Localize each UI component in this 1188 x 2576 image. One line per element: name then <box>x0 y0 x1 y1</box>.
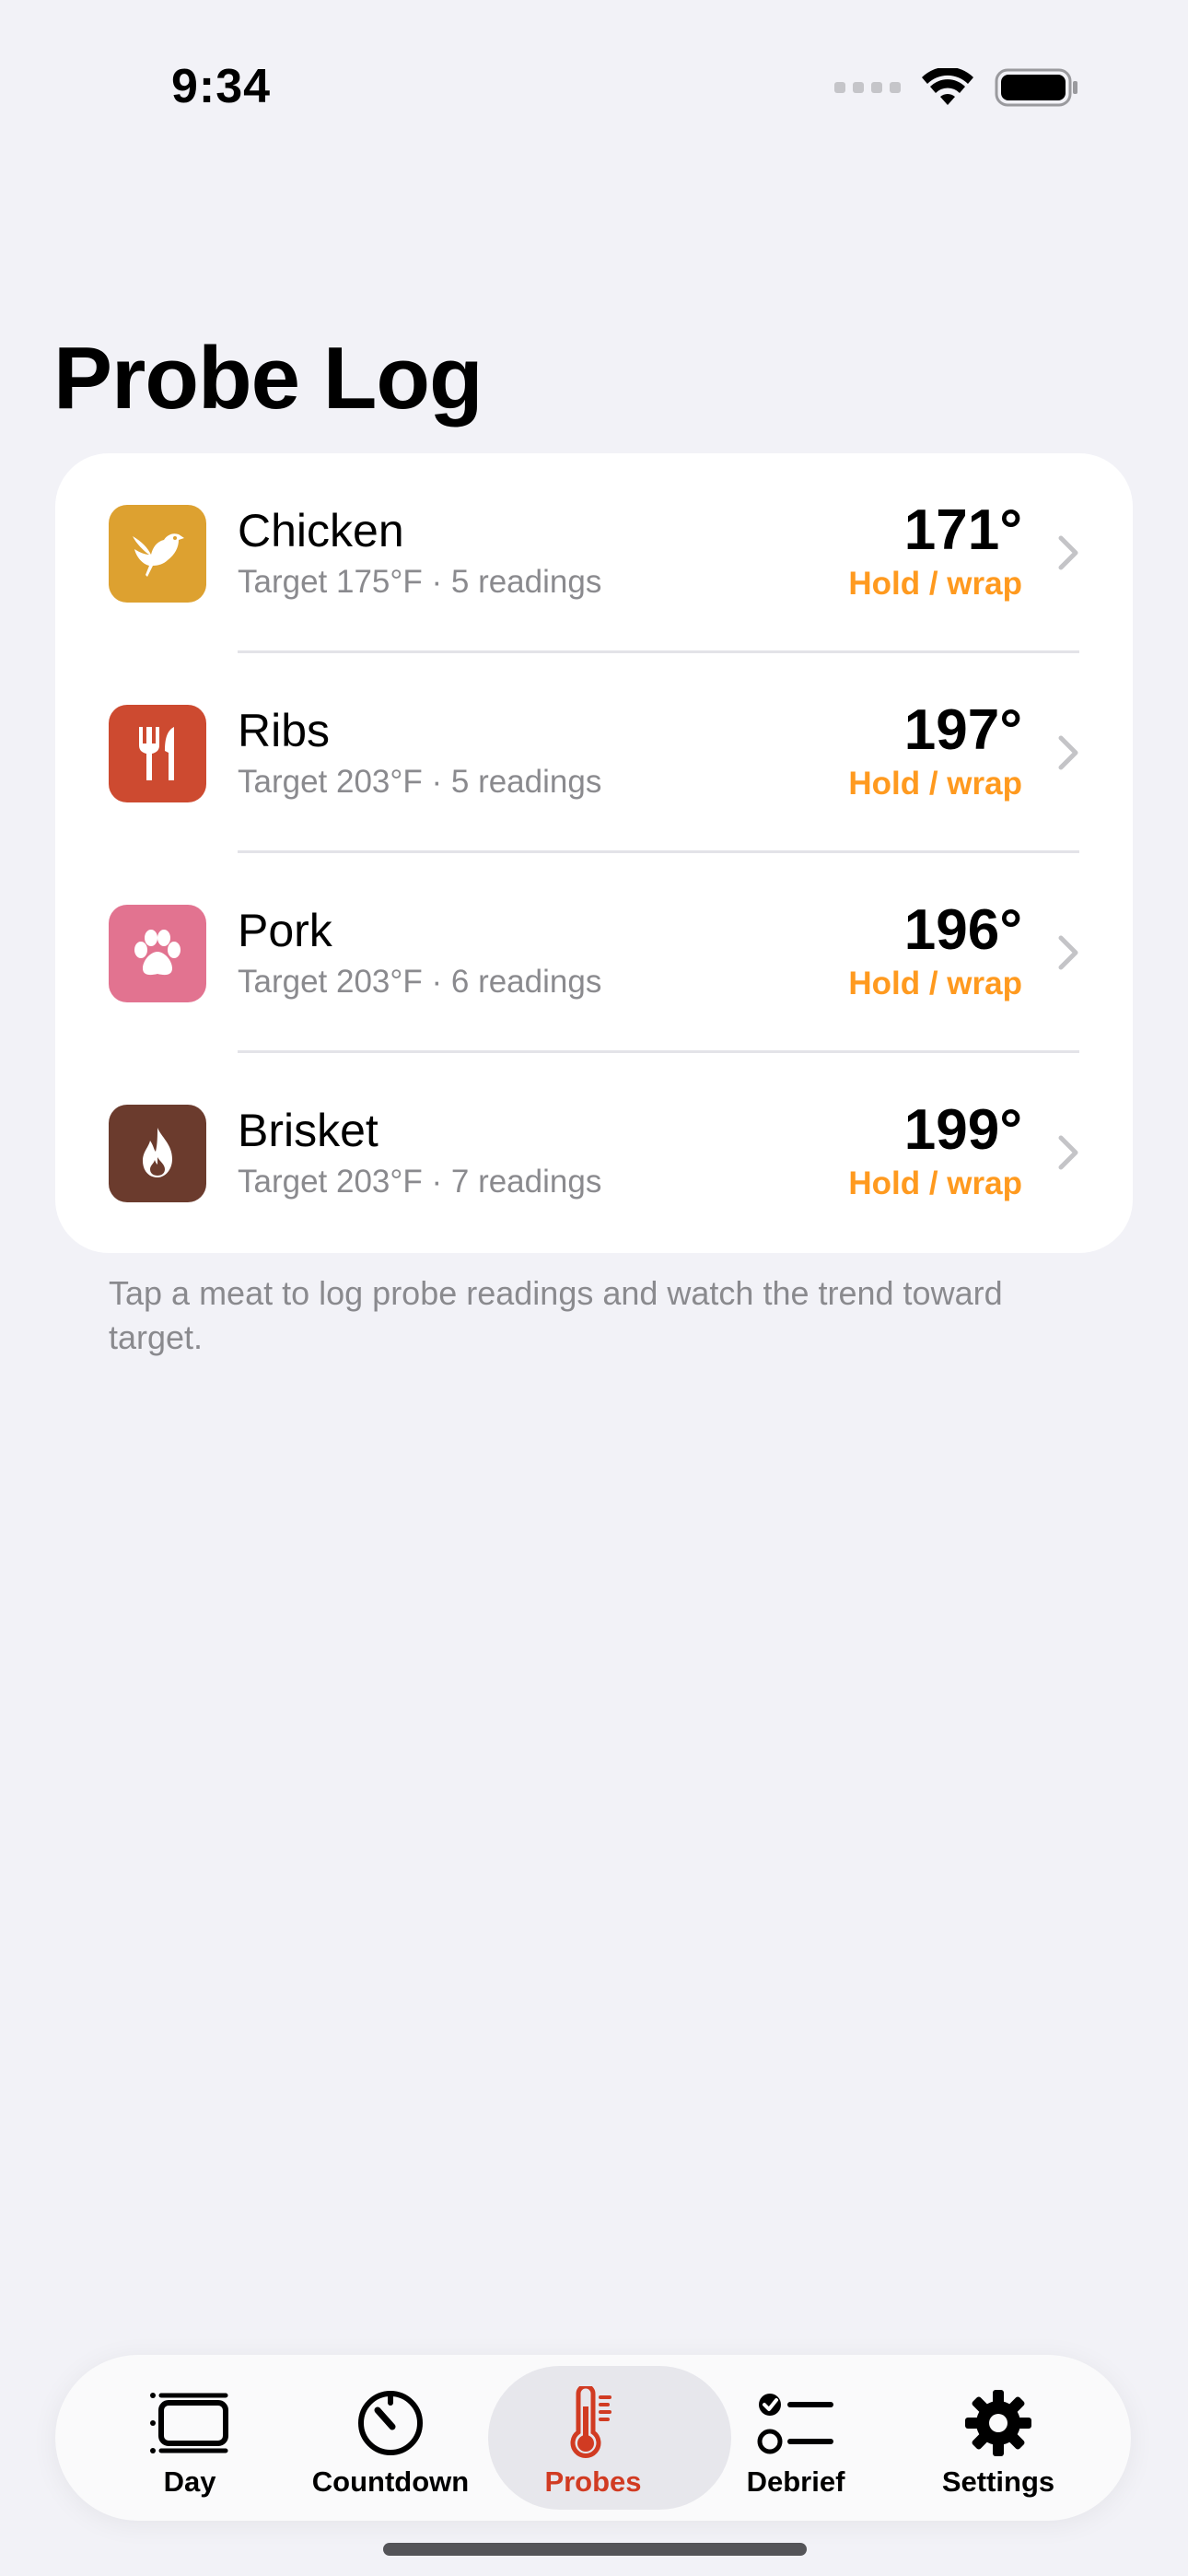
chevron-right-icon <box>1058 535 1078 570</box>
chevron-right-icon <box>1058 935 1078 970</box>
home-indicator[interactable] <box>383 2543 807 2556</box>
tab-countdown[interactable]: Countdown <box>289 2355 492 2521</box>
meat-status: Hold / wrap <box>848 1165 1022 1201</box>
tab-debrief[interactable]: Debrief <box>694 2355 897 2521</box>
page-title: Probe Log <box>53 329 483 427</box>
probe-list-card: Chicken Target 175°F · 5 readings 171° H… <box>55 453 1133 1253</box>
tab-settings[interactable]: Settings <box>897 2355 1100 2521</box>
meat-temp: 199° <box>903 1098 1022 1162</box>
tab-day[interactable]: Day <box>88 2355 291 2521</box>
status-icons <box>834 64 1079 111</box>
cellular-signal-icon <box>834 82 901 93</box>
meat-temp: 171° <box>903 498 1022 562</box>
thermometer-icon <box>552 2386 635 2460</box>
meat-temp: 196° <box>903 898 1022 962</box>
status-time: 9:34 <box>171 60 272 113</box>
meat-status: Hold / wrap <box>848 566 1022 602</box>
timer-icon <box>349 2386 432 2460</box>
meat-name: Pork <box>238 905 332 956</box>
wifi-icon <box>922 68 973 105</box>
meat-name: Chicken <box>238 505 404 556</box>
fork-knife-icon <box>109 705 206 802</box>
list-item-brisket[interactable]: Brisket Target 203°F · 7 readings 199° H… <box>55 1053 1133 1253</box>
flame-icon <box>109 1105 206 1202</box>
footer-note: Tap a meat to log probe readings and wat… <box>109 1274 1003 1356</box>
list-item-ribs[interactable]: Ribs Target 203°F · 5 readings 197° Hold… <box>55 653 1133 853</box>
chevron-right-icon <box>1058 1135 1078 1170</box>
meat-name: Brisket <box>238 1105 379 1156</box>
tab-bar: Day Countdown Probes Debrief Settings <box>55 2355 1131 2521</box>
paw-icon <box>109 905 206 1002</box>
tab-label: Countdown <box>311 2465 470 2498</box>
list-item-chicken[interactable]: Chicken Target 175°F · 5 readings 171° H… <box>55 453 1133 653</box>
meat-name: Ribs <box>238 705 331 756</box>
day-list-icon <box>148 2386 231 2460</box>
tab-label: Settings <box>941 2465 1055 2498</box>
gear-icon <box>957 2386 1040 2460</box>
list-item-pork[interactable]: Pork Target 203°F · 6 readings 196° Hold… <box>55 853 1133 1053</box>
tab-label: Probes <box>544 2465 642 2498</box>
meat-subtitle: Target 203°F · 6 readings <box>238 964 602 1000</box>
meat-subtitle: Target 203°F · 7 readings <box>238 1164 602 1200</box>
chevron-right-icon <box>1058 735 1078 770</box>
tab-label: Day <box>163 2465 216 2498</box>
meat-subtitle: Target 175°F · 5 readings <box>238 564 602 600</box>
meat-status: Hold / wrap <box>848 766 1022 802</box>
meat-status: Hold / wrap <box>848 966 1022 1001</box>
battery-icon <box>995 68 1077 107</box>
tab-label: Debrief <box>746 2465 845 2498</box>
bird-icon <box>109 505 206 603</box>
checklist-icon <box>754 2386 837 2460</box>
meat-subtitle: Target 203°F · 5 readings <box>238 764 602 800</box>
tab-probes[interactable]: Probes <box>488 2355 731 2521</box>
meat-temp: 197° <box>903 698 1022 762</box>
